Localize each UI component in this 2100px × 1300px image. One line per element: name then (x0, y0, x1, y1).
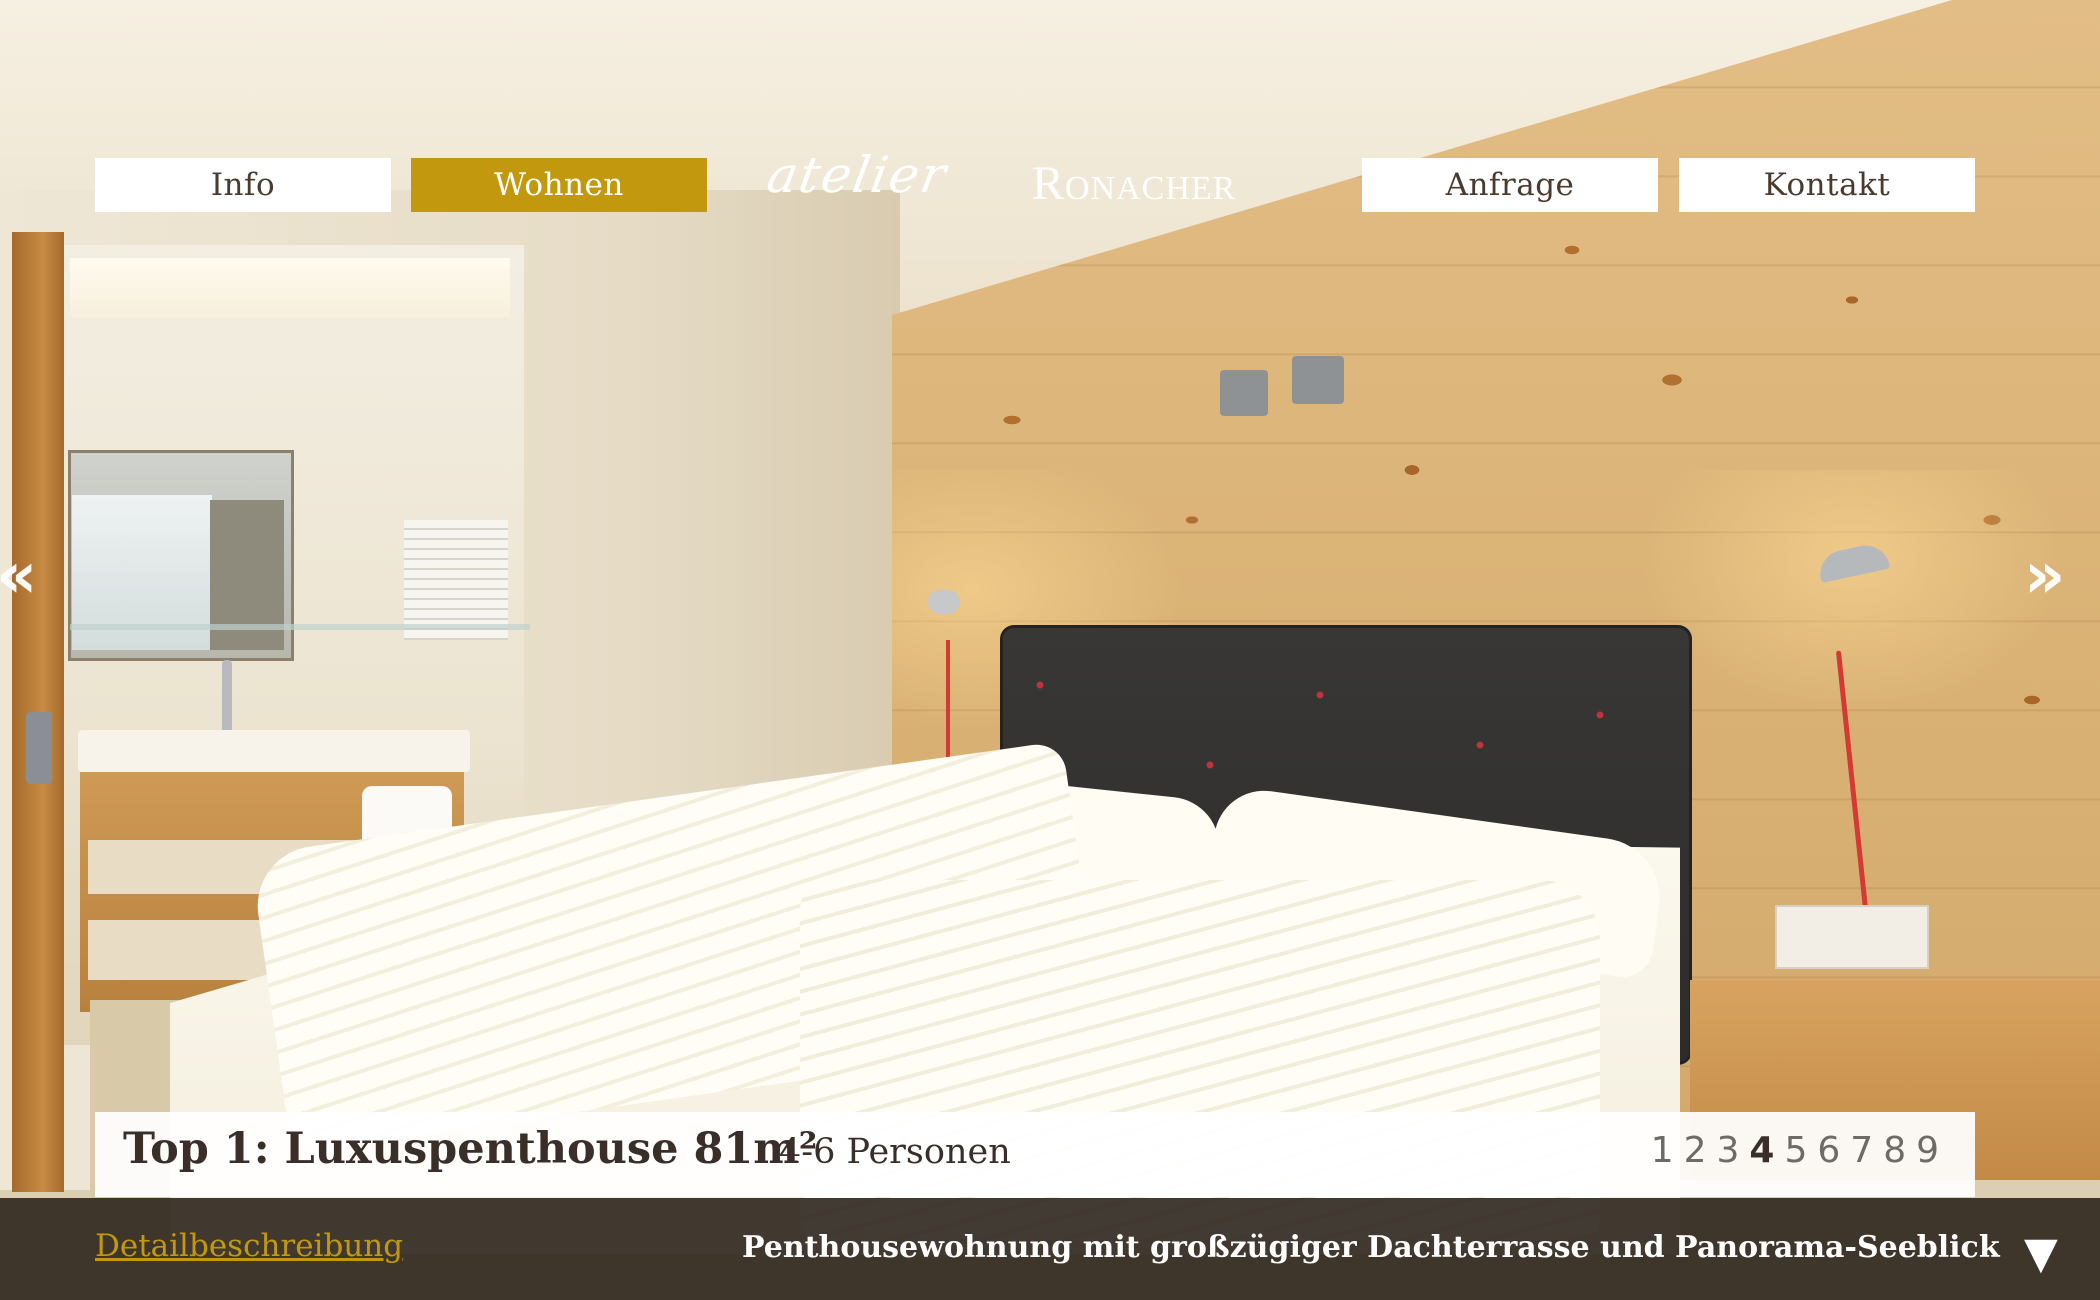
apartment-title: Top 1: Luxuspenthouse 81m² (123, 1124, 818, 1174)
pager-item-7[interactable]: 7 (1850, 1130, 1873, 1171)
pager-item-1[interactable]: 1 (1651, 1130, 1674, 1171)
pager-item-2[interactable]: 2 (1684, 1130, 1707, 1171)
description-bar: Detailbeschreibung Penthousewohnung mit … (0, 1198, 2100, 1300)
expand-down-icon[interactable]: ▼ (2024, 1228, 2058, 1279)
pager-item-4-current[interactable]: 4 (1749, 1130, 1774, 1171)
logo-brand-text: Ronacher (1032, 157, 1237, 210)
nav-anfrage-button[interactable]: Anfrage (1362, 158, 1658, 212)
power-outlet (1775, 905, 1929, 969)
towel-radiator (404, 520, 508, 640)
wall-spotlight (1220, 370, 1268, 416)
nav-info-button[interactable]: Info (95, 158, 391, 212)
next-slide-icon[interactable]: » (2024, 540, 2065, 612)
bathroom-ceiling-light (70, 258, 510, 318)
logo-script-text: atelier (762, 146, 953, 204)
pager-item-9[interactable]: 9 (1916, 1130, 1939, 1171)
glass-shelf (70, 624, 530, 630)
apartment-description: Penthousewohnung mit großzügiger Dachter… (742, 1230, 2000, 1265)
washbasin (78, 730, 470, 772)
reading-lamp-left (928, 590, 960, 614)
nav-kontakt-button[interactable]: Kontakt (1679, 158, 1975, 212)
image-pager: 1 2 3 4 5 6 7 8 9 (1651, 1130, 1939, 1171)
door-handle (26, 712, 52, 784)
apartment-info-bar: Top 1: Luxuspenthouse 81m² 4-6 Personen … (95, 1112, 1975, 1197)
nav-wohnen-button[interactable]: Wohnen (411, 158, 707, 212)
pager-item-3[interactable]: 3 (1717, 1130, 1740, 1171)
previous-slide-icon[interactable]: « (0, 540, 37, 612)
detail-description-link[interactable]: Detailbeschreibung (95, 1228, 403, 1264)
faucet (222, 660, 232, 740)
pager-item-6[interactable]: 6 (1817, 1130, 1840, 1171)
site-logo[interactable]: atelier Ronacher (762, 136, 1310, 226)
pager-item-5[interactable]: 5 (1784, 1130, 1807, 1171)
apartment-persons: 4-6 Personen (779, 1132, 1011, 1172)
pager-item-8[interactable]: 8 (1883, 1130, 1906, 1171)
wall-spotlight (1292, 356, 1344, 404)
